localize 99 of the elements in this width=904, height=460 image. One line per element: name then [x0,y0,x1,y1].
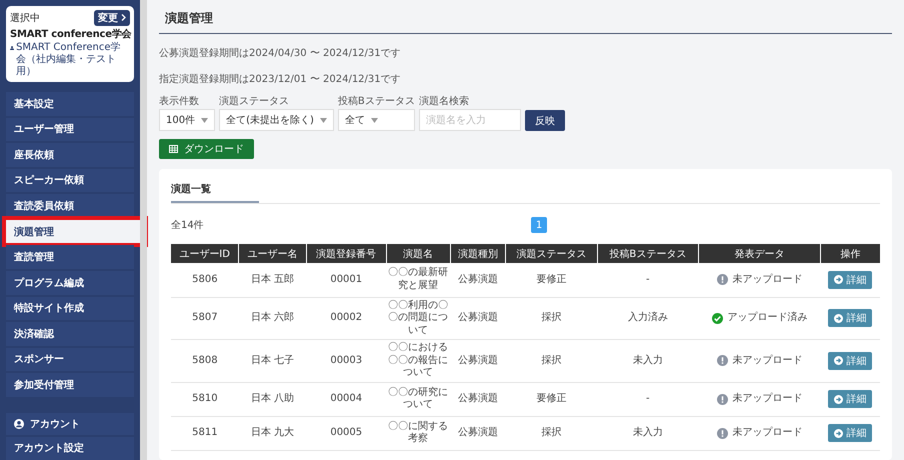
scrollbar[interactable] [140,0,147,460]
table-cell: 要修正 [505,263,598,297]
notice-text: 指定演題登録期間は2023/12/01 〜 2024/12/31です [159,72,402,86]
table-cell: 公募演題 [450,263,506,297]
dropdown-arrow-icon [201,118,208,122]
column-header: 演題名 [386,244,450,263]
sidebar-item[interactable]: 参加受付管理 [6,373,134,397]
arrow-icon [834,394,844,404]
sidebar-item[interactable]: スポンサー [6,348,134,372]
table-cell: 日本 七子 [238,340,306,382]
arrow-icon [834,356,844,366]
table-cell: - [598,263,698,297]
table-cell: 公募演題 [450,297,506,340]
table-cell: 〇〇の研究について [386,382,450,416]
sidebar-item[interactable]: 査読管理 [6,245,134,269]
sidebar-item[interactable]: 基本設定 [6,92,134,116]
filter-label: 演題名検索 [418,94,470,108]
chevron-icon [121,14,126,21]
table-cell: 5806 [171,263,239,297]
selected-label: 選択中 [10,12,40,25]
column-header: ユーザー名 [238,244,306,263]
upload-status: 未アップロード [732,354,803,367]
column-header: ユーザーID [171,244,239,263]
table-cell: 5811 [171,416,239,450]
table-cell: 00003 [306,340,386,382]
sidebar-item[interactable]: アカウント設定 [6,436,134,460]
notice-text: 公募演題登録期間は2024/04/30 〜 2024/12/31です [159,46,402,60]
detail-button[interactable]: 詳細 [828,270,872,289]
user-icon [10,44,14,52]
dropdown-arrow-icon [370,118,378,122]
upload-status: 未アップロード [732,392,803,406]
table-cell: 公募演題 [450,340,506,382]
table-cell: 日本 六郎 [238,297,306,340]
table-cell: 採択 [505,416,598,450]
table-cell: - [598,382,698,416]
table-cell: 日本 五郎 [238,263,306,297]
sidebar-item[interactable]: ユーザー管理 [6,118,134,142]
dropdown-arrow-icon [320,118,327,122]
table-cell: 採択 [505,340,598,382]
filter-select[interactable]: 全て [338,109,415,131]
table-cell: 未入力 [598,416,698,450]
table-cell: 5807 [171,297,239,340]
filter-label: 投稿Bステータス [338,94,415,108]
organization-subtitle: SMART Conference学会（社内編集・テスト用） [16,42,122,78]
table-cell: 00001 [306,263,386,297]
sidebar-item[interactable]: 査読委員依頼 [6,194,134,218]
organization-name: SMART conference学会 [10,28,130,41]
sidebar-item[interactable]: スピーカー依頼 [6,168,134,192]
sidebar-item[interactable]: 決済確認 [6,322,134,346]
sidebar-item[interactable]: プログラム編成 [6,270,134,294]
arrow-icon [834,314,844,323]
filter-label: 演題ステータス [219,94,290,108]
table-cell: 〇〇の最新研究と展望 [386,263,450,297]
table-cell: 公募演題 [450,382,506,416]
table-cell: 〇〇利用の〇〇の問題について [386,297,450,340]
column-header: 演題登録番号 [306,244,386,263]
detail-button[interactable]: 詳細 [828,309,872,328]
table-cell: 日本 八助 [238,382,306,416]
arrow-icon [834,275,844,284]
table-cell: 公募演題 [450,416,506,450]
column-header: 操作 [820,244,880,263]
table-cell: 〇〇における〇〇の報告について [386,340,450,382]
table-cell: 日本 九大 [238,416,306,450]
list-tab[interactable]: 演題一覧 [171,179,259,203]
change-button[interactable]: 変更 [94,10,130,26]
table-cell: 要修正 [505,382,598,416]
table-cell: 採択 [505,297,598,340]
download-button[interactable]: ダウンロード [159,139,254,159]
column-header: 演題種別 [450,244,506,263]
detail-button[interactable]: 詳細 [828,390,872,408]
arrow-icon [834,428,844,438]
table-cell: 5808 [171,340,239,382]
table-cell: 5810 [171,382,239,416]
upload-status: 未アップロード [732,274,803,286]
column-header: 演題ステータス [505,244,598,263]
column-header: 投稿Bステータス [598,244,698,263]
table-cell: 00002 [306,297,386,340]
sidebar-item[interactable]: 座長依頼 [6,143,134,167]
table-cell: 未入力 [598,340,698,382]
detail-button[interactable]: 詳細 [828,424,872,442]
total-count: 全14件 [171,219,205,232]
table-cell: 〇〇に関する考察 [386,416,450,450]
filter-label: 表示件数 [159,94,200,108]
upload-status: 未アップロード [732,426,803,440]
filter-select[interactable]: 全て(未提出を除く) [219,109,334,131]
search-field[interactable]: 演題名を入力 [418,109,521,131]
page-title: 演題管理 [159,8,892,34]
account-icon [14,418,24,429]
table-cell: 入力済み [598,297,698,340]
column-header: 発表データ [698,244,821,263]
table-icon [169,145,178,153]
table-cell: 00005 [306,416,386,450]
filter-select[interactable]: 100件 [159,109,216,131]
apply-button[interactable]: 反映 [524,110,565,131]
detail-button[interactable]: 詳細 [828,352,872,370]
upload-status: アップロード済み [728,312,808,324]
account-label: アカウント [30,418,80,431]
sidebar-item[interactable]: 特設サイト作成 [6,296,134,320]
table-cell: 00004 [306,382,386,416]
